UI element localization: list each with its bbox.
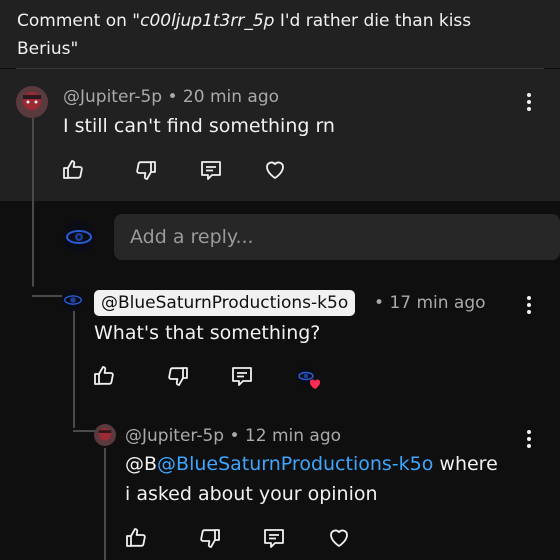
thumbs-down-icon[interactable] [166,364,190,388]
reply-text: @B@BlueSaturnProductions-k5o where [125,453,498,475]
reply-text: What's that something? [94,322,321,344]
comment-time[interactable]: 20 min ago [183,87,279,107]
comment-header: Comment on "c00ljup1t3rr_5p I'd rather d… [0,0,560,68]
reply-input[interactable] [114,214,560,260]
reply-meta: @Jupiter-5p • 12 min ago [125,426,342,446]
reply-comment-icon[interactable] [230,364,254,388]
thread-line [32,117,34,287]
mention-link[interactable]: @BlueSaturnProductions-k5o [157,453,433,475]
thumbs-down-icon[interactable] [198,526,222,550]
avatar[interactable] [16,86,48,118]
more-vertical-icon[interactable] [525,296,533,316]
reply-time[interactable]: 12 min ago [245,426,341,446]
heart-icon[interactable] [327,526,351,550]
header-title: Comment on "c00ljup1t3rr_5p I'd rather d… [17,11,472,59]
thumbs-up-icon[interactable] [61,158,85,182]
header-channel-handle: c00ljup1t3rr_5p [140,11,275,31]
comment-author[interactable]: @Jupiter-5p [63,87,162,107]
more-vertical-icon[interactable] [525,93,533,113]
comment-meta: @Jupiter-5p • 20 min ago [63,87,280,107]
reply-comment-icon[interactable] [199,158,223,182]
thread-line [73,310,75,428]
thumbs-down-icon[interactable] [134,158,158,182]
avatar[interactable] [94,424,116,446]
reply-author[interactable]: @Jupiter-5p [125,426,224,446]
thread-line [104,448,106,560]
more-vertical-icon[interactable] [525,430,533,450]
heart-icon[interactable] [263,158,287,182]
creator-author-badge[interactable]: @BlueSaturnProductions-k5o [94,290,356,316]
thumbs-up-icon[interactable] [92,364,116,388]
creator-heart-icon [296,366,320,390]
current-user-avatar [63,221,95,253]
thumbs-up-icon[interactable] [124,526,148,550]
reply-input-box[interactable] [114,214,560,260]
thread-line [73,430,95,432]
reply-text-line2: i asked about your opinion [125,483,378,505]
avatar[interactable] [62,289,84,311]
reply-comment-icon[interactable] [262,526,286,550]
thread-line [32,295,62,297]
reply-meta: • 17 min ago [374,293,486,313]
comment-text: I still can't find something rn [63,115,335,137]
reply-time[interactable]: 17 min ago [389,293,485,313]
